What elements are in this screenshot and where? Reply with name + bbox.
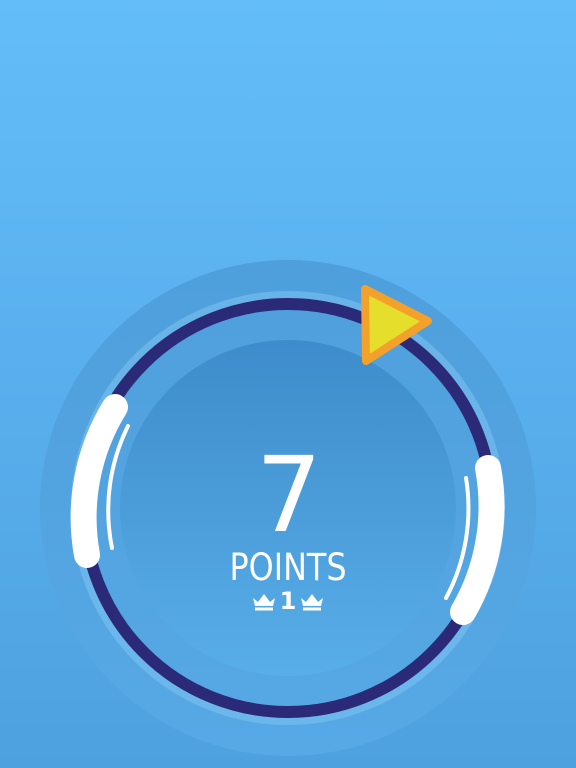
crown-icon bbox=[252, 594, 275, 611]
game-arena bbox=[40, 260, 536, 756]
crown-icon bbox=[301, 594, 324, 611]
best-score-row: 1 bbox=[188, 588, 388, 614]
score-panel: 7 POINTS 1 bbox=[188, 440, 388, 614]
best-score-value: 1 bbox=[279, 587, 297, 615]
game-screen[interactable]: 7 POINTS 1 bbox=[0, 0, 576, 768]
score-value: 7 bbox=[255, 434, 322, 556]
score-label: POINTS bbox=[229, 546, 347, 589]
